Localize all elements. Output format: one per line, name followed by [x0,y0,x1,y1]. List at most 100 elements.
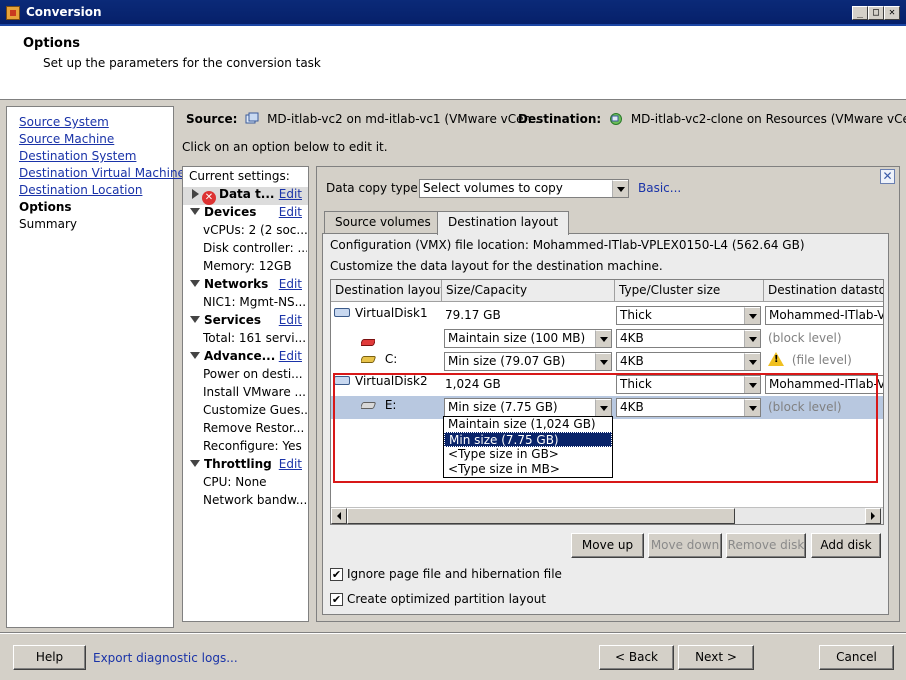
setting-item[interactable]: Memory: 12GB [203,259,307,277]
settings-throttling[interactable]: Throttling Edit [183,457,308,475]
scroll-left-icon[interactable] [331,508,347,524]
devices-label: Devices [204,205,256,219]
wizard-header: Options Set up the parameters for the co… [0,26,906,100]
basic-link[interactable]: Basic... [638,181,681,195]
setting-item[interactable]: Install VMware ... [203,385,307,403]
destination-summary: Destination: MD-itlab-vc2-clone on Resou… [518,112,906,126]
collapse-icon[interactable] [190,316,200,323]
networks-label: Networks [204,277,268,291]
setting-item[interactable]: vCPUs: 2 (2 soc... [203,223,307,241]
type-select[interactable]: Thick [616,306,761,325]
edit-devices-link[interactable]: Edit [279,205,302,219]
edit-networks-link[interactable]: Edit [279,277,302,291]
size-value: Maintain size (100 MB) [448,331,585,345]
tab-destination-layout[interactable]: Destination layout [437,211,569,235]
type-select[interactable]: 4KB [616,329,761,348]
maximize-button[interactable]: □ [868,6,884,20]
wizard-steps-nav: Source System Source Machine Destination… [6,106,174,628]
nav-summary: Summary [19,217,77,231]
tab-source-volumes[interactable]: Source volumes [324,211,442,234]
nav-destination-system[interactable]: Destination System [19,149,136,163]
cancel-button[interactable]: Cancel [819,645,894,670]
edit-throttling-link[interactable]: Edit [279,457,302,471]
chevron-down-icon[interactable] [595,353,611,370]
edit-services-link[interactable]: Edit [279,313,302,327]
setting-item[interactable]: Customize Gues... [203,403,307,421]
config-location-text: Configuration (VMX) file location: Moham… [330,238,805,252]
nav-destination-location[interactable]: Destination Location [19,183,142,197]
ignore-pagefile-checkbox[interactable]: ✔ [330,568,343,581]
optimized-partition-label: Create optimized partition layout [347,592,546,606]
error-icon: ✕ [202,191,216,205]
table-row[interactable]: VirtualDisk1 [334,306,428,320]
collapse-icon[interactable] [190,352,200,359]
size-select[interactable]: Maintain size (100 MB) [444,329,612,348]
row-layout-label: C: [385,352,397,366]
collapse-icon[interactable] [190,280,200,287]
setting-item[interactable]: NIC1: Mgmt-NS... [203,295,307,313]
nav-source-machine[interactable]: Source Machine [19,132,114,146]
setting-item[interactable]: Remove Restor... [203,421,307,439]
move-down-button[interactable]: Move down [648,533,722,558]
chevron-down-icon[interactable] [595,330,611,347]
source-value: MD-itlab-vc2 on md-itlab-vc1 (VMware vCe… [267,112,543,126]
size-select[interactable]: Min size (79.07 GB) [444,352,612,371]
chevron-down-icon[interactable] [744,307,760,324]
edit-data-link[interactable]: Edit [279,187,302,201]
data-copy-type-value: Select volumes to copy [423,181,563,195]
settings-devices[interactable]: Devices Edit [183,205,308,223]
data-copy-type-select[interactable]: Select volumes to copy [419,179,629,198]
help-button[interactable]: Help [13,645,86,670]
close-window-button[interactable]: ✕ [884,6,900,20]
close-panel-icon[interactable]: ✕ [880,169,895,184]
nav-destination-vm[interactable]: Destination Virtual Machine [19,166,185,180]
scroll-thumb[interactable] [347,508,735,524]
setting-item[interactable]: CPU: None [203,475,307,493]
clone-vm-icon [609,112,623,125]
setting-item[interactable]: Reconfigure: Yes [203,439,307,457]
nav-source-system[interactable]: Source System [19,115,109,129]
settings-services[interactable]: Services Edit [183,313,308,331]
settings-networks[interactable]: Networks Edit [183,277,308,295]
vm-icon [245,112,259,125]
footer-divider [0,632,906,634]
setting-item[interactable]: Total: 161 servi... [203,331,307,349]
datastore-select[interactable]: Mohammed-ITlab-VP [765,306,884,325]
table-row[interactable]: C: [361,352,397,366]
col-header-layout[interactable]: Destination layout [331,280,442,302]
type-select[interactable]: 4KB [616,352,761,371]
chevron-down-icon[interactable] [744,330,760,347]
datastore-value: (file level) [792,353,852,367]
partition-red-icon [361,335,375,349]
col-header-size[interactable]: Size/Capacity [442,280,615,302]
settings-advanced[interactable]: Advance... Edit [183,349,308,367]
move-up-button[interactable]: Move up [571,533,644,558]
edit-advanced-link[interactable]: Edit [279,349,302,363]
horizontal-scrollbar[interactable] [331,507,883,524]
chevron-down-icon[interactable] [612,180,628,197]
scroll-right-icon[interactable] [865,508,881,524]
setting-item[interactable]: Disk controller: ... [203,241,307,259]
back-button[interactable]: < Back [599,645,674,670]
type-value: 4KB [620,354,644,368]
settings-data-row[interactable]: ✕Data t... Edit [183,187,308,205]
next-button[interactable]: Next > [678,645,754,670]
advanced-label: Advance... [204,349,275,363]
setting-item[interactable]: Power on desti... [203,367,307,385]
col-header-type[interactable]: Type/Cluster size [615,280,764,302]
minimize-button[interactable]: _ [852,6,868,20]
add-disk-button[interactable]: Add disk [811,533,881,558]
highlight-annotation [333,373,878,483]
remove-disk-button[interactable]: Remove disk [726,533,806,558]
export-logs-link[interactable]: Export diagnostic logs... [93,651,238,665]
source-summary: Source: MD-itlab-vc2 on md-itlab-vc1 (VM… [186,112,543,126]
col-header-datastore[interactable]: Destination datastore [764,280,884,302]
collapse-icon[interactable] [190,460,200,467]
collapse-icon[interactable] [190,208,200,215]
setting-item[interactable]: Network bandw... [203,493,307,511]
virtual-disk-icon [334,308,350,317]
chevron-down-icon[interactable] [744,353,760,370]
optimized-partition-checkbox[interactable]: ✔ [330,593,343,606]
partition-yellow-icon [361,356,376,363]
expand-icon[interactable] [192,189,199,199]
